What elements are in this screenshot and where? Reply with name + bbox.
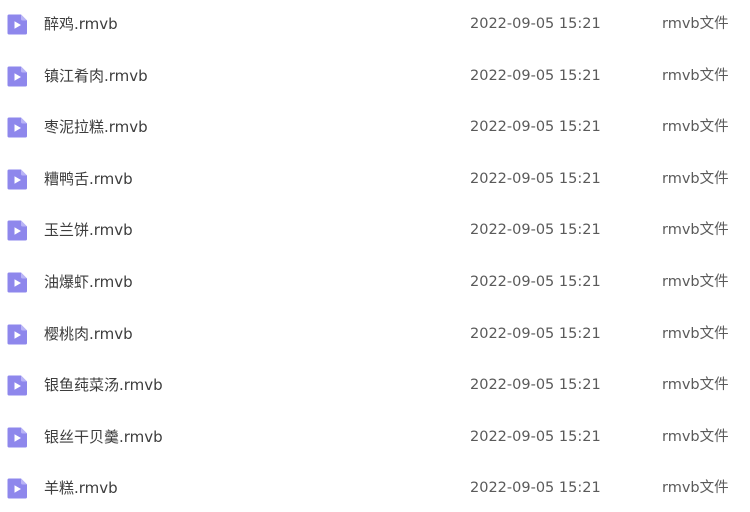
file-type: rmvb文件 bbox=[662, 325, 729, 342]
file-name: 醉鸡.rmvb bbox=[44, 15, 118, 33]
video-file-icon bbox=[6, 219, 29, 242]
file-type: rmvb文件 bbox=[662, 119, 729, 136]
file-name: 玉兰饼.rmvb bbox=[44, 221, 133, 240]
file-name: 羊糕.rmvb bbox=[44, 479, 118, 498]
file-name: 银丝干贝羹.rmvb bbox=[44, 427, 163, 446]
file-modified-date: 2022-09-05 15:21 bbox=[470, 170, 601, 187]
file-modified-date: 2022-09-05 15:21 bbox=[470, 377, 601, 394]
video-file-icon bbox=[6, 374, 29, 397]
file-row[interactable]: 樱桃肉.rmvb 2022-09-05 15:21 rmvb文件 bbox=[0, 315, 750, 355]
file-row[interactable]: 醉鸡.rmvb 2022-09-05 15:21 rmvb文件 bbox=[0, 5, 750, 45]
file-row[interactable]: 油爆虾.rmvb 2022-09-05 15:21 rmvb文件 bbox=[0, 263, 750, 303]
file-row[interactable]: 枣泥拉糕.rmvb 2022-09-05 15:21 rmvb文件 bbox=[0, 108, 750, 148]
video-file-icon bbox=[6, 65, 29, 88]
file-type: rmvb文件 bbox=[662, 480, 729, 497]
video-file-icon bbox=[6, 426, 29, 449]
file-name: 枣泥拉糕.rmvb bbox=[44, 118, 148, 137]
file-type: rmvb文件 bbox=[662, 222, 729, 239]
file-modified-date: 2022-09-05 15:21 bbox=[470, 16, 601, 32]
file-modified-date: 2022-09-05 15:21 bbox=[470, 428, 601, 445]
file-type: rmvb文件 bbox=[662, 170, 729, 187]
file-type: rmvb文件 bbox=[662, 274, 729, 290]
video-file-icon bbox=[6, 323, 29, 346]
file-type: rmvb文件 bbox=[662, 428, 729, 445]
file-modified-date: 2022-09-05 15:21 bbox=[470, 222, 601, 239]
file-row[interactable]: 银鱼莼菜汤.rmvb 2022-09-05 15:21 rmvb文件 bbox=[0, 366, 750, 406]
video-file-icon bbox=[6, 116, 29, 139]
file-row[interactable]: 镇江肴肉.rmvb 2022-09-05 15:21 rmvb文件 bbox=[0, 57, 750, 97]
file-modified-date: 2022-09-05 15:21 bbox=[470, 67, 601, 84]
file-modified-date: 2022-09-05 15:21 bbox=[470, 274, 601, 290]
video-file-icon bbox=[6, 271, 29, 294]
file-name: 糟鸭舌.rmvb bbox=[44, 169, 133, 188]
file-name: 樱桃肉.rmvb bbox=[44, 324, 133, 343]
file-name: 镇江肴肉.rmvb bbox=[44, 66, 148, 85]
file-modified-date: 2022-09-05 15:21 bbox=[470, 325, 601, 342]
file-row[interactable]: 羊糕.rmvb 2022-09-05 15:21 rmvb文件 bbox=[0, 469, 750, 509]
video-file-icon bbox=[6, 13, 29, 36]
file-type: rmvb文件 bbox=[662, 67, 729, 84]
video-file-icon bbox=[6, 168, 29, 191]
file-list: 醉鸡.rmvb 2022-09-05 15:21 rmvb文件 镇江肴肉.rmv… bbox=[0, 0, 750, 512]
file-modified-date: 2022-09-05 15:21 bbox=[470, 119, 601, 136]
file-type: rmvb文件 bbox=[662, 377, 729, 394]
video-file-icon bbox=[6, 477, 29, 500]
file-row[interactable]: 糟鸭舌.rmvb 2022-09-05 15:21 rmvb文件 bbox=[0, 160, 750, 200]
file-name: 银鱼莼菜汤.rmvb bbox=[44, 376, 163, 395]
file-row[interactable]: 银丝干贝羹.rmvb 2022-09-05 15:21 rmvb文件 bbox=[0, 418, 750, 458]
file-name: 油爆虾.rmvb bbox=[44, 273, 133, 291]
file-modified-date: 2022-09-05 15:21 bbox=[470, 480, 601, 497]
file-type: rmvb文件 bbox=[662, 16, 729, 32]
file-row[interactable]: 玉兰饼.rmvb 2022-09-05 15:21 rmvb文件 bbox=[0, 211, 750, 251]
